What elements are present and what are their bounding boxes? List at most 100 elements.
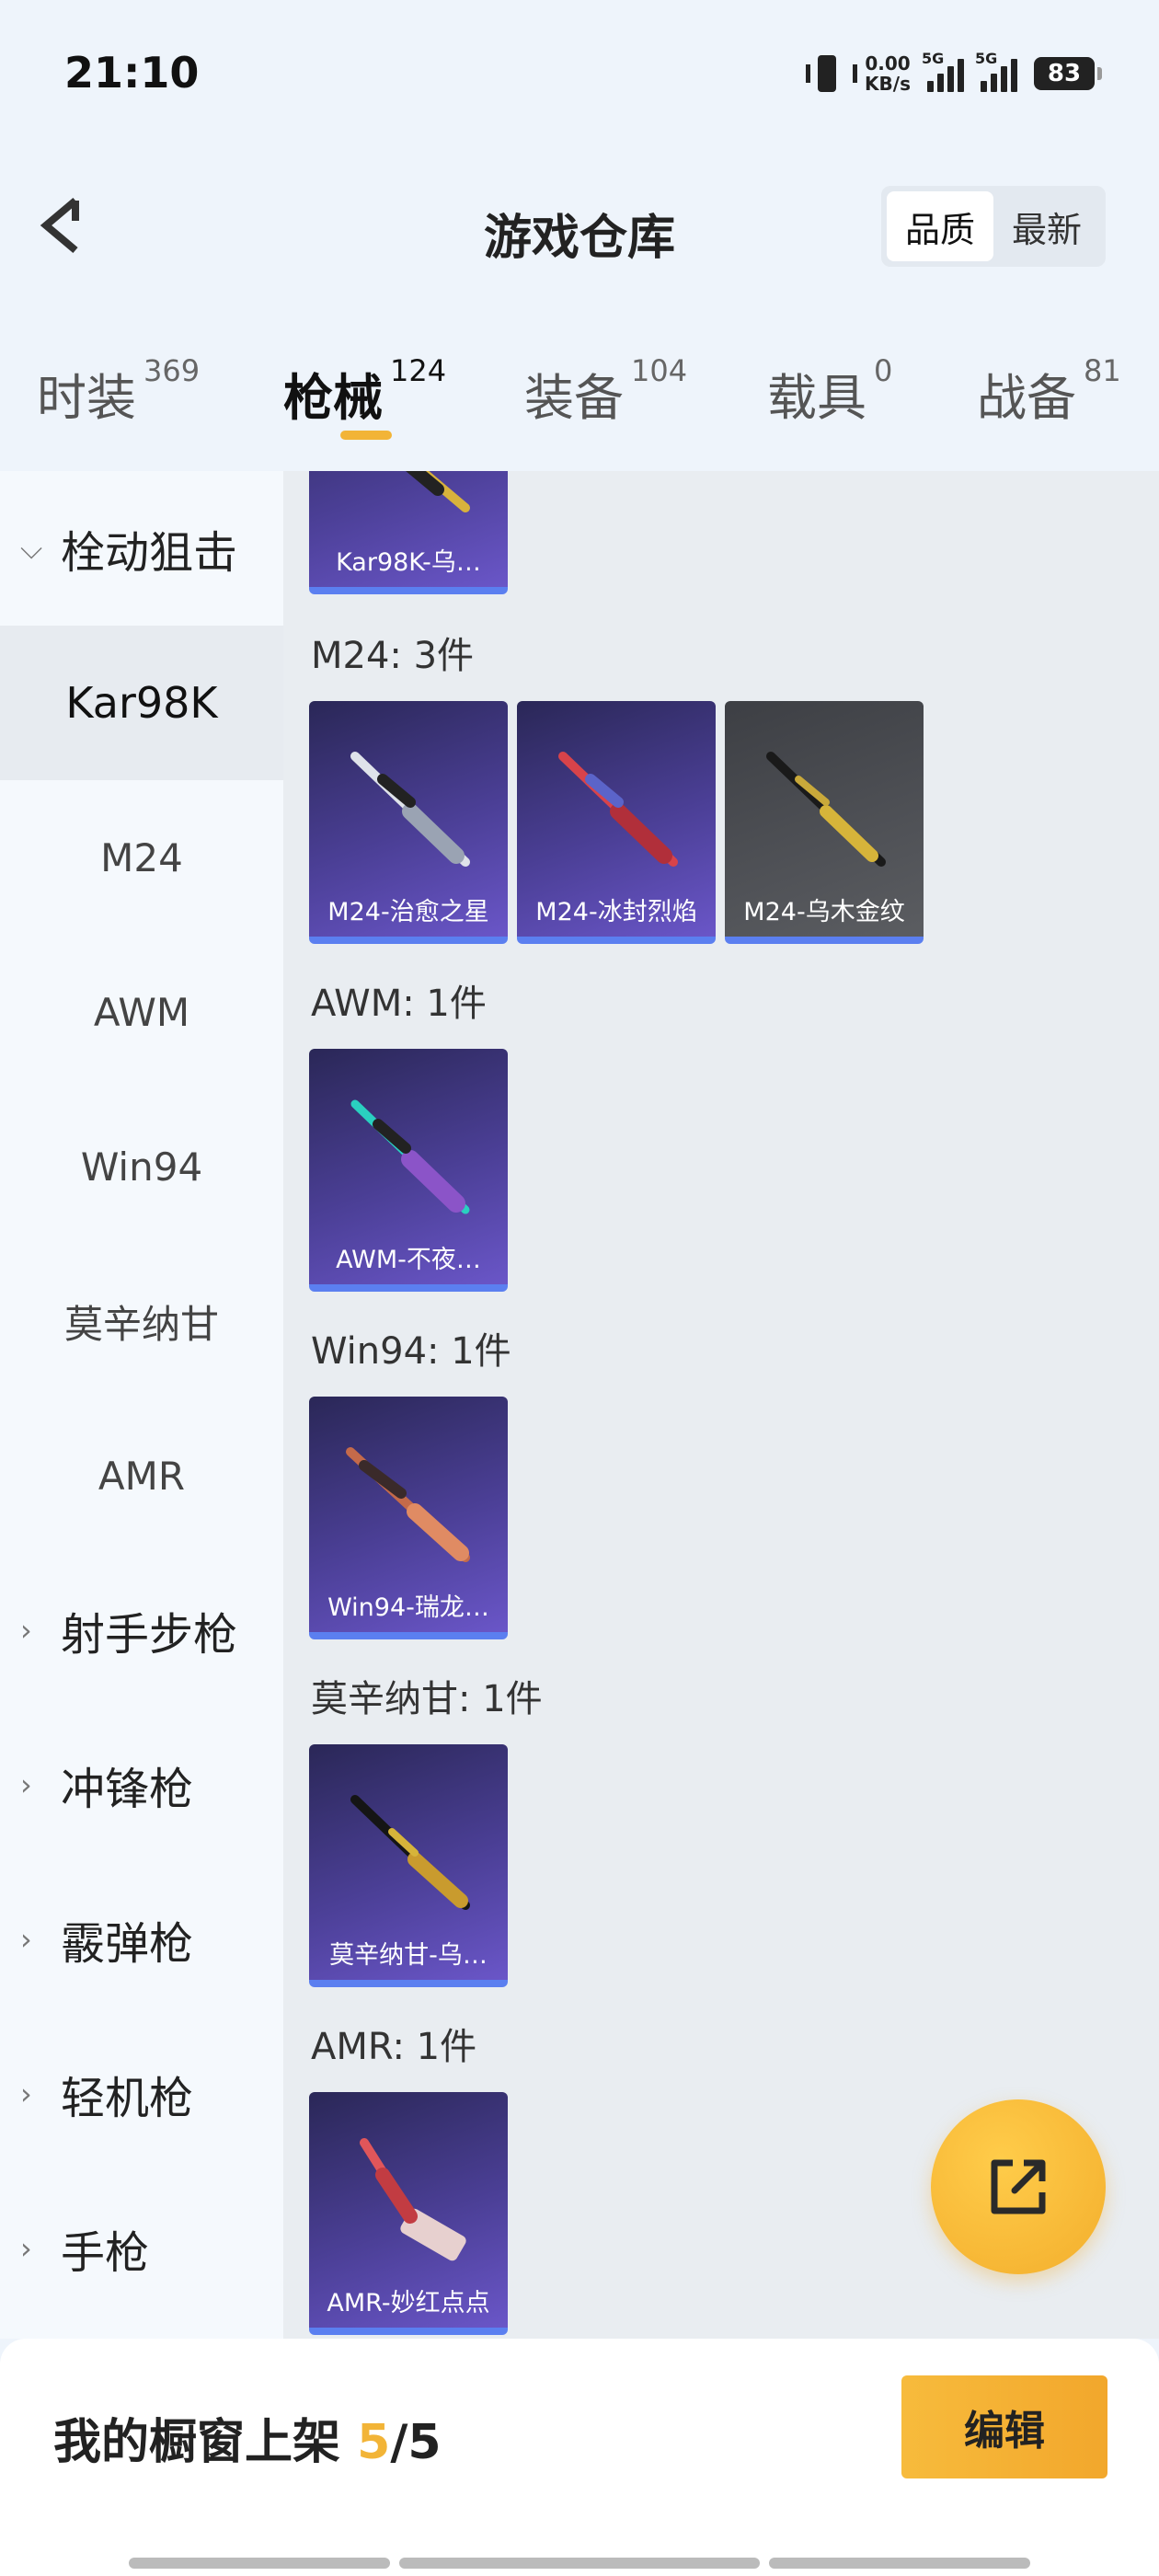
sidebar-group-marksman[interactable]: › 射手步枪 [0, 1553, 283, 1708]
vibrate-icon [806, 55, 858, 92]
weapon-card[interactable]: Win94-瑞龙… [309, 1397, 508, 1639]
tab-guns[interactable]: 枪械 124 [283, 353, 446, 430]
page-header: 游戏仓库 品质 最新 [0, 156, 1159, 294]
showcase-status: 我的橱窗上架 5/5 [53, 2403, 442, 2472]
tab-label: 载具 [767, 369, 866, 427]
nav-indicator [399, 2558, 760, 2569]
chevron-right-icon: › [20, 1613, 32, 1648]
weapon-name: M24-治愈之星 [327, 898, 489, 926]
nav-indicator [129, 2558, 390, 2569]
chevron-down-icon: ⌵ [20, 530, 43, 566]
section-title: Win94: 1件 [311, 1330, 511, 1373]
weapon-name: Kar98K-乌… [336, 548, 481, 577]
sidebar-group-label: 射手步枪 [61, 1609, 238, 1661]
tab-vehicles[interactable]: 载具 0 [767, 353, 892, 430]
sidebar-item-m24[interactable]: M24 [0, 780, 283, 935]
tab-count: 0 [874, 353, 893, 388]
nav-indicator [769, 2558, 1030, 2569]
weapon-card[interactable]: M24-乌木金纹 [725, 701, 924, 944]
tab-count: 81 [1084, 353, 1121, 388]
share-button[interactable] [931, 2099, 1106, 2274]
share-icon [991, 2159, 1046, 2214]
sidebar-group-smg[interactable]: › 冲锋枪 [0, 1708, 283, 1862]
tab-label: 枪械 [283, 369, 383, 427]
sidebar-item-win94[interactable]: Win94 [0, 1089, 283, 1244]
status-bar: 21:10 0.00 KB/s 5G 5G 83 [0, 0, 1159, 156]
section-title: 莫辛纳甘: 1件 [311, 1678, 543, 1720]
weapon-name: AWM-不夜… [336, 1246, 481, 1274]
weapon-category-sidebar: ⌵ 栓动狙击 Kar98K M24 AWM Win94 莫辛纳甘 AMR › 射… [0, 471, 283, 2339]
weapon-name: M24-乌木金纹 [743, 898, 905, 926]
weapon-card[interactable]: Kar98K-乌… [309, 471, 508, 594]
weapon-card[interactable]: AMR-妙红点点 [309, 2092, 508, 2335]
section-title: AMR: 1件 [311, 2026, 477, 2068]
showcase-separator: / [390, 2415, 408, 2470]
sidebar-group-label: 轻机枪 [61, 2073, 194, 2124]
tab-count: 369 [143, 353, 201, 388]
showcase-total: 5 [407, 2415, 442, 2470]
chevron-right-icon: › [20, 1922, 32, 1957]
section-title: M24: 3件 [311, 635, 475, 677]
chevron-right-icon: › [20, 2076, 32, 2111]
sidebar-group-bolt-sniper[interactable]: ⌵ 栓动狙击 [0, 471, 283, 626]
section-title: AWM: 1件 [311, 983, 487, 1025]
active-tab-indicator [340, 431, 392, 440]
sim2-label: 5G [975, 50, 998, 67]
edit-button[interactable]: 编辑 [901, 2375, 1107, 2478]
rifle-icon [346, 1447, 470, 1562]
status-icons: 0.00 KB/s 5G 5G 83 [806, 50, 1102, 94]
sidebar-group-shotgun[interactable]: › 霰弹枪 [0, 1862, 283, 2017]
tab-label: 时装 [37, 369, 136, 427]
tab-battle-gear[interactable]: 战备 81 [977, 353, 1121, 430]
category-tabs: 时装 369 枪械 124 装备 104 载具 0 战备 81 [0, 340, 1159, 451]
sort-toggle: 品质 最新 [881, 186, 1106, 267]
rifle-icon [766, 752, 886, 867]
signal-icon-sim2: 5G [975, 50, 1017, 92]
weapon-card[interactable]: M24-冰封烈焰 [517, 701, 716, 944]
weapon-grid: Kar98K-乌… M24: 3件 M24-治愈之星 M24-冰封烈焰 M24-… [283, 471, 1159, 2339]
showcase-label: 我的橱窗上架 [53, 2415, 341, 2470]
network-speed-value: 0.00 [865, 52, 911, 75]
showcase-count: 5 [357, 2415, 391, 2470]
sidebar-item-awm[interactable]: AWM [0, 935, 283, 1089]
weapon-card[interactable]: M24-治愈之星 [309, 701, 508, 944]
sidebar-group-pistol[interactable]: › 手枪 [0, 2171, 283, 2326]
tab-fashion[interactable]: 时装 369 [37, 353, 200, 430]
tab-label: 装备 [524, 369, 624, 427]
chevron-right-icon: › [20, 1767, 32, 1802]
weapon-name: AMR-妙红点点 [327, 2289, 490, 2317]
weapon-name: 莫辛纳甘-乌… [329, 1941, 488, 1970]
network-speed: 0.00 KB/s [865, 53, 911, 94]
sidebar-group-label: 霰弹枪 [61, 1918, 194, 1970]
weapon-name: M24-冰封烈焰 [535, 898, 697, 926]
sidebar-group-label: 冲锋枪 [61, 1764, 194, 1815]
sidebar-item-kar98k[interactable]: Kar98K [0, 626, 283, 780]
rifle-icon [406, 471, 470, 512]
tab-count: 124 [390, 353, 447, 388]
sidebar-group-lmg[interactable]: › 轻机枪 [0, 2017, 283, 2171]
rifle-icon [350, 1099, 470, 1214]
rifle-icon [350, 752, 470, 867]
sim1-label: 5G [922, 50, 945, 67]
status-time: 21:10 [64, 48, 200, 98]
tab-label: 战备 [977, 369, 1076, 427]
network-speed-unit: KB/s [865, 73, 911, 95]
sidebar-group-label: 手枪 [61, 2227, 150, 2279]
tab-count: 104 [631, 353, 688, 388]
battery-icon: 83 [1034, 57, 1102, 90]
showcase-bar: 我的橱窗上架 5/5 编辑 [0, 2339, 1159, 2576]
weapon-card[interactable]: 莫辛纳甘-乌… [309, 1744, 508, 1987]
tab-equipment[interactable]: 装备 104 [524, 353, 687, 430]
sidebar-item-mosin[interactable]: 莫辛纳甘 [0, 1244, 283, 1398]
signal-icon-sim1: 5G [922, 50, 964, 92]
weapon-card[interactable]: AWM-不夜… [309, 1049, 508, 1292]
weapon-name: Win94-瑞龙… [327, 1593, 489, 1622]
chevron-right-icon: › [20, 2231, 32, 2266]
sort-latest-button[interactable]: 最新 [993, 191, 1100, 261]
sidebar-item-amr[interactable]: AMR [0, 1398, 283, 1553]
rifle-icon [360, 2138, 466, 2261]
rifle-icon [350, 1795, 470, 1910]
sidebar-group-label: 栓动狙击 [61, 527, 238, 579]
rifle-icon [558, 752, 678, 867]
sort-quality-button[interactable]: 品质 [887, 191, 993, 261]
